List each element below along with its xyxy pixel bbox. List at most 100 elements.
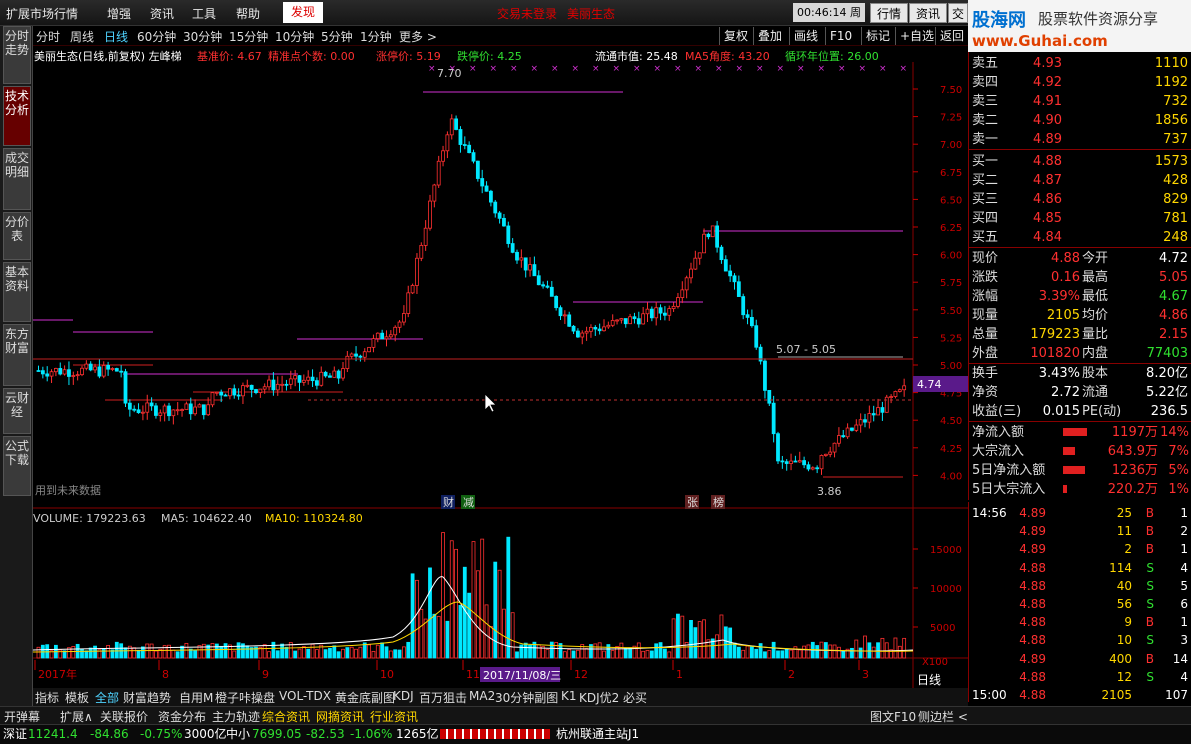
order-book-row[interactable]: 买一 4.88 1573 [969,152,1191,171]
order-book-row[interactable]: 买五 4.84 248 [969,228,1191,247]
menu-item-extended-market[interactable]: 扩展市场行情 [6,5,78,22]
menu-item-news[interactable]: 资讯 [150,5,174,22]
candle-body [236,394,241,397]
add-watchlist-button[interactable]: +自选 [895,27,938,45]
order-book-row[interactable]: 买三 4.86 829 [969,190,1191,209]
indicator-tab[interactable]: 黄金底副图 [335,689,395,706]
info-button[interactable]: 资讯 [909,3,947,23]
stat-label: 收益(三) [972,404,1022,419]
toolbar-right-item[interactable]: 图文F10 [870,708,916,725]
toolbar-item[interactable]: 综合资讯 [262,708,310,725]
indicator-tab[interactable]: VOL-TDX [279,689,331,703]
candle-body [797,460,802,463]
volume-bar [897,645,902,659]
toolbar-item[interactable]: 资金分布 [158,708,206,725]
order-book-row[interactable]: 卖二 4.90 1856 [969,111,1191,130]
order-book-row[interactable]: 卖一 4.89 737 [969,130,1191,149]
indicator-tab[interactable]: MA2 [469,689,495,703]
overlay-button[interactable]: 叠加 [753,27,786,45]
toolbar-item[interactable]: 开弹幕 [4,708,40,725]
indicator-tab[interactable]: 全部 [95,689,119,706]
trade-button[interactable]: 交易 [948,3,968,23]
candle-body [676,297,680,307]
indicator-tab[interactable]: 百万狙击 [419,689,467,706]
period-daily[interactable]: 日线 [104,28,128,45]
indicator-tab[interactable]: 模板 [65,689,89,706]
indicator-tab[interactable]: KDJ [393,689,414,703]
volume-bar [232,650,237,659]
back-button[interactable]: 返回 [935,27,968,45]
menu-item-enhance[interactable]: 增强 [107,5,131,22]
period-weekly[interactable]: 周线 [70,28,94,45]
volume-ma10-label: MA10: 110324.80 [265,512,363,525]
candle-body [545,285,550,288]
period-15min[interactable]: 15分钟 [229,28,268,45]
toolbar-right-item[interactable]: 侧边栏 < [918,708,968,725]
period-more[interactable]: 更多 > [399,28,437,45]
f10-button[interactable]: F10 [825,27,856,45]
tab-price-table[interactable]: 分价表 [3,212,31,260]
tag-cai[interactable]: 财 [443,495,454,509]
indicator-tab[interactable]: 30分钟副图 [495,689,558,706]
indicator-tab[interactable]: 橙子咔操盘 [215,689,275,706]
indicator-tab[interactable]: KDJ优2 [579,689,619,706]
adjust-button[interactable]: 复权 [719,27,752,45]
order-price: 4.86 [1033,192,1062,207]
indicator-tab[interactable]: K1 [561,689,577,703]
volume-bar [406,641,411,659]
order-book-row[interactable]: 买四 4.85 781 [969,209,1191,228]
draw-button[interactable]: 画线 [789,27,822,45]
tag-jian[interactable]: 减 [463,496,474,509]
quote-button[interactable]: 行情 [870,3,908,23]
menu-item-tools[interactable]: 工具 [192,5,216,22]
tab-formula-download[interactable]: 公式下载 [3,436,31,496]
candle-body [863,419,867,423]
candle-body [663,312,667,316]
toolbar-item[interactable]: 网摘资讯 [316,708,364,725]
order-book-row[interactable]: 卖五 4.93 1110 [969,54,1191,73]
indicator-tab[interactable]: 财富趋势 [123,689,171,706]
order-book-row[interactable]: 卖四 4.92 1192 [969,73,1191,92]
x-axis-label: 11 [466,668,480,681]
indicator-tab[interactable]: 自用M [179,689,213,706]
trade-volume: 2 [1124,542,1132,557]
indicator-tab[interactable]: 指标 [35,689,59,706]
volume-bar [345,647,350,659]
discover-button[interactable]: 发现 [283,2,323,23]
mark-button[interactable]: 标记 [861,27,894,45]
toolbar-item[interactable]: 关联报价 [100,708,148,725]
tab-intraday[interactable]: 分时走势 [3,26,31,84]
volume-bar [523,642,528,659]
candle-body [832,442,837,453]
period-5min[interactable]: 5分钟 [321,28,353,45]
toolbar-item[interactable]: 扩展∧ [60,708,93,725]
menu-item-help[interactable]: 帮助 [236,5,260,22]
tab-cloud-finance[interactable]: 云财经 [3,388,31,434]
tab-trade-detail[interactable]: 成交明细 [3,148,31,210]
stat-value: 5.22亿 [1146,385,1188,400]
volume-bar [132,647,137,659]
order-volume: 737 [1163,132,1188,147]
tag-zhang[interactable]: 张 [687,496,698,509]
tab-eastmoney[interactable]: 东方财富 [3,324,31,386]
period-30min[interactable]: 30分钟 [183,28,222,45]
period-intraday[interactable]: 分时 [36,28,60,45]
tab-basic-info[interactable]: 基本资料 [3,262,31,322]
period-60min[interactable]: 60分钟 [137,28,176,45]
candle-body [406,292,411,314]
tag-bang[interactable]: 榜 [713,495,724,509]
toolbar-item[interactable]: 行业资讯 [370,708,418,725]
order-volume: 248 [1163,230,1188,245]
toolbar-item[interactable]: 主力轨迹 [212,708,260,725]
order-book-row[interactable]: 卖三 4.91 732 [969,92,1191,111]
signal-mark: × [879,64,887,74]
order-book-row[interactable]: 买二 4.87 428 [969,171,1191,190]
kline-chart[interactable]: 7.50 7.25 7.00 6.75 6.50 6.25 6.00 5.75 5.50 5.25… [33,62,968,688]
tab-technical[interactable]: 技术分析 [3,86,31,146]
price-tick: 5.00 [940,361,962,372]
sz-index-pct: -0.75% [140,727,183,741]
indicator-tab[interactable]: 必买 [623,689,647,706]
period-1min[interactable]: 1分钟 [360,28,392,45]
period-10min[interactable]: 10分钟 [275,28,314,45]
stat-label: 股本 [1082,366,1109,381]
